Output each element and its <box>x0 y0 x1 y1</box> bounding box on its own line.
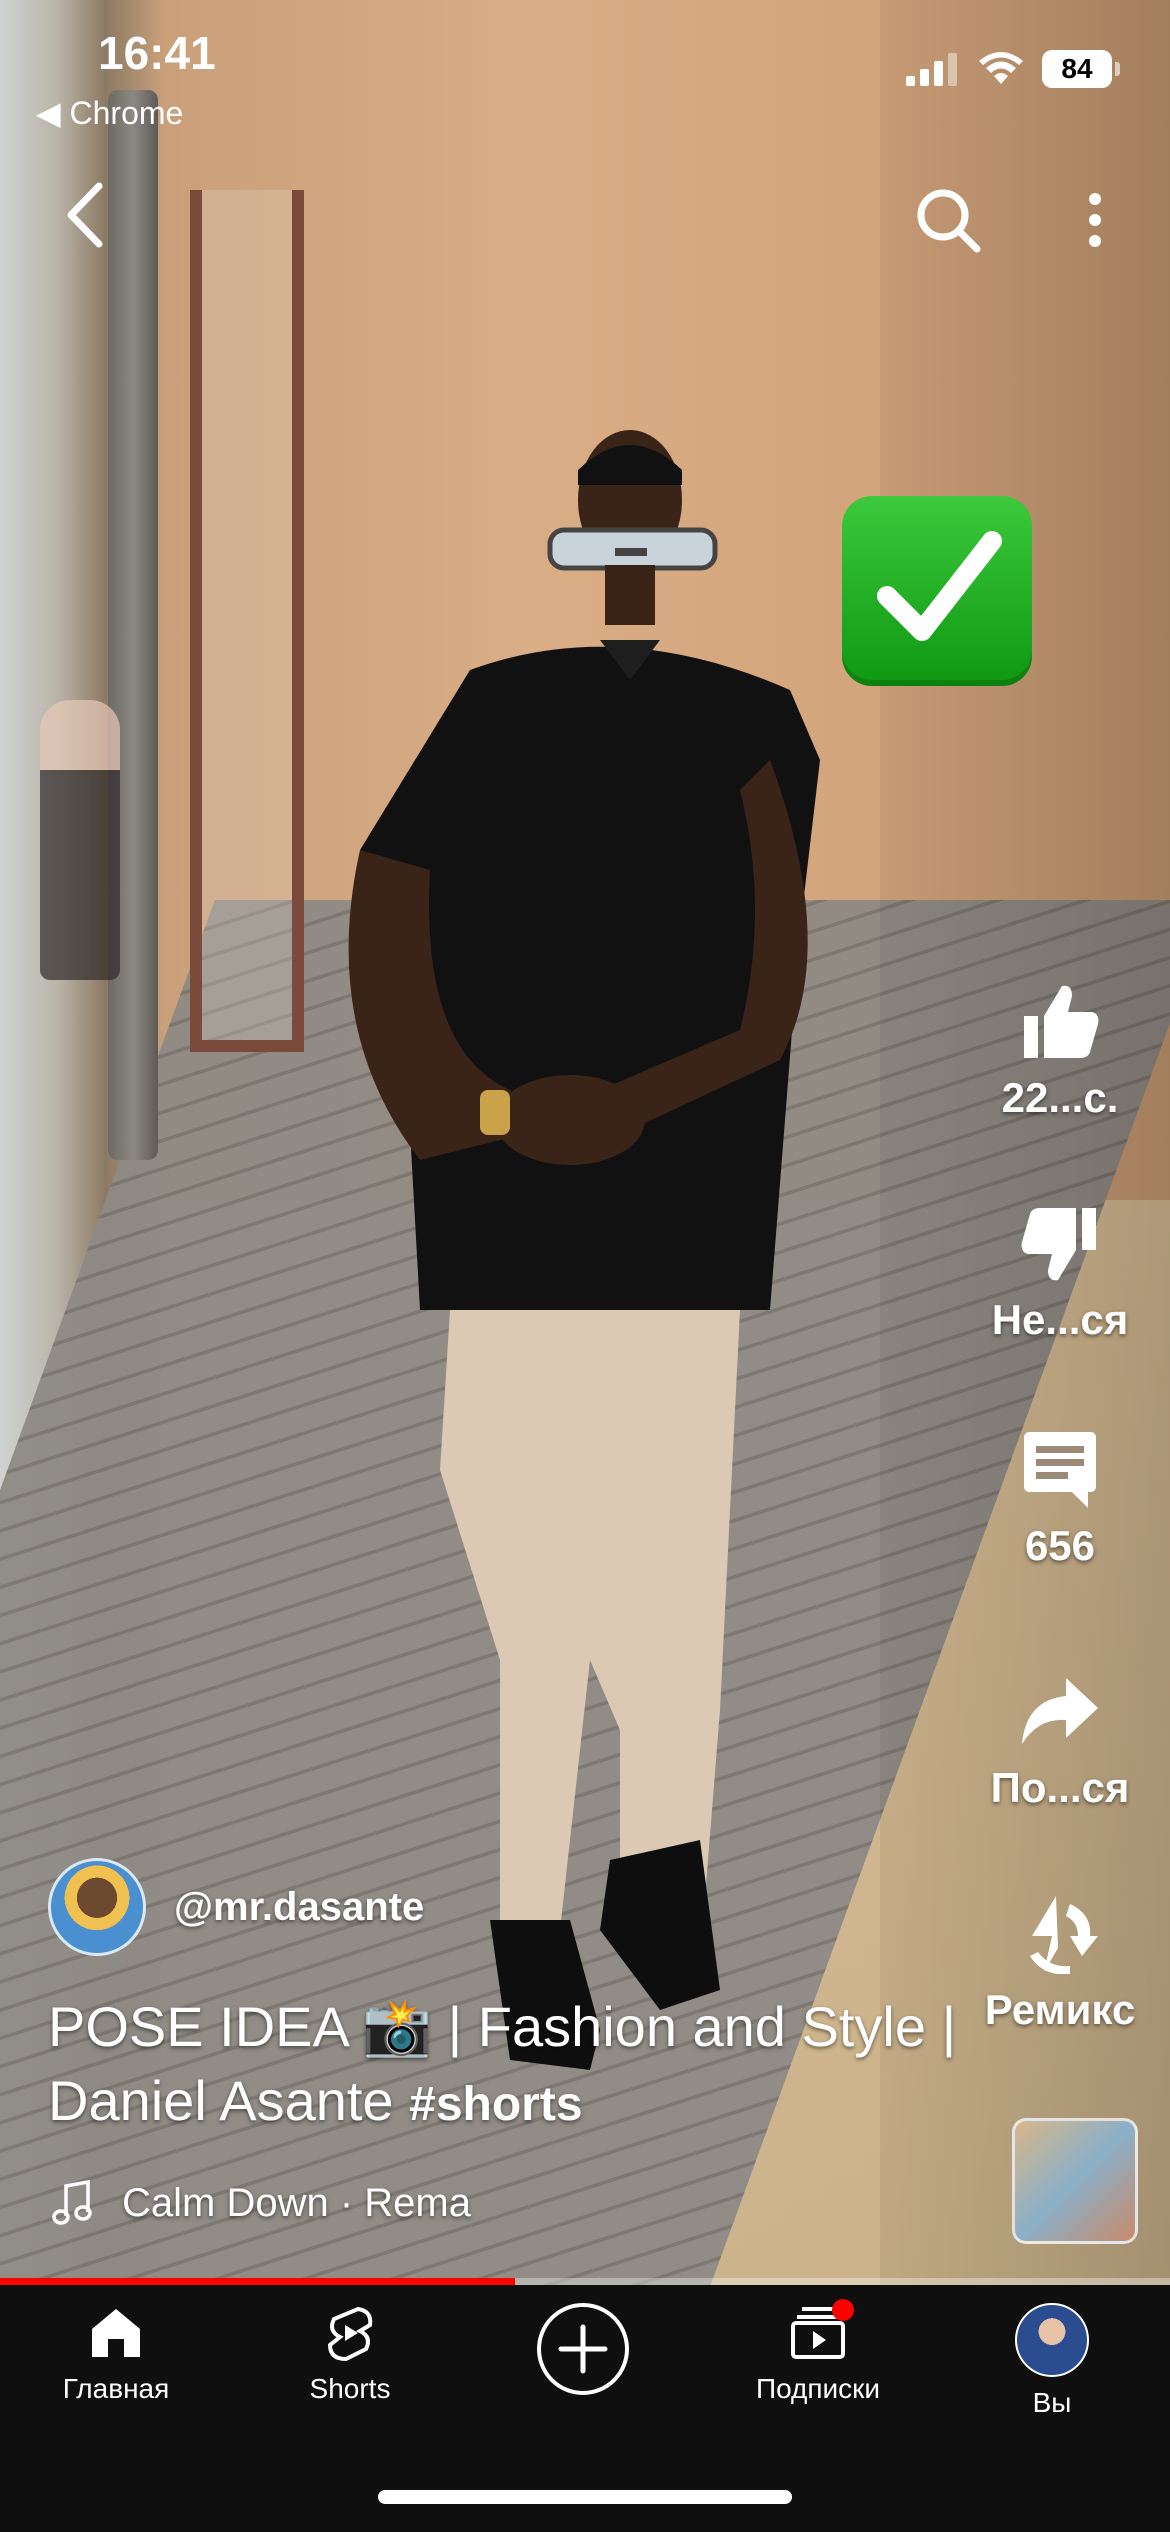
search-button[interactable] <box>908 180 988 260</box>
search-icon <box>917 189 981 253</box>
signal-icon <box>906 53 957 86</box>
dislike-button[interactable]: Не...ся <box>950 1202 1170 1344</box>
hashtag-link[interactable]: #shorts <box>409 2078 582 2131</box>
share-icon <box>1022 1678 1098 1744</box>
dislike-label: Не...ся <box>991 1296 1129 1343</box>
more-options-button[interactable] <box>1070 180 1120 260</box>
music-note-icon <box>52 2180 92 2225</box>
status-icons: 84 <box>906 50 1120 88</box>
background-pedestrian <box>40 700 120 980</box>
drain-pipe <box>108 90 158 1160</box>
window-frame <box>190 190 304 1052</box>
nav-home[interactable]: Главная <box>16 2303 216 2405</box>
like-count: 22...с. <box>1001 1074 1119 1121</box>
remix-icon <box>1030 1896 1098 1974</box>
thumbs-down-icon <box>1021 1208 1096 1281</box>
check-icon <box>877 531 1002 641</box>
thumbs-up-icon <box>1024 985 1099 1058</box>
video-title[interactable]: POSE IDEA 📸 | Fashion and Style | Daniel… <box>48 1990 1008 2142</box>
nav-shorts-label: Shorts <box>309 2373 391 2404</box>
home-indicator[interactable] <box>378 2490 792 2504</box>
status-time: 16:41 <box>98 27 216 79</box>
shorts-icon <box>327 2306 373 2362</box>
back-to-app-link[interactable]: ◀ Chrome <box>36 94 183 132</box>
video-subject <box>348 430 820 2070</box>
progress-bar[interactable] <box>0 2278 1170 2285</box>
sound-thumbnail[interactable] <box>1012 2118 1138 2244</box>
channel-info[interactable]: @mr.dasante <box>48 1858 424 1956</box>
channel-avatar[interactable] <box>48 1858 146 1956</box>
plus-icon <box>558 2324 608 2374</box>
share-button[interactable]: По...ся <box>950 1670 1170 1812</box>
home-icon <box>92 2309 140 2357</box>
nav-subscriptions-label: Подписки <box>755 2373 881 2404</box>
chevron-left-icon <box>67 182 103 248</box>
battery-indicator: 84 <box>1042 50 1120 88</box>
create-button[interactable] <box>537 2303 629 2395</box>
notification-dot <box>832 2299 854 2321</box>
comment-count: 656 <box>1024 1522 1096 1569</box>
comments-button[interactable]: 656 <box>950 1428 1170 1570</box>
nav-you[interactable]: Вы <box>952 2303 1152 2419</box>
nav-home-label: Главная <box>62 2373 170 2404</box>
shorts-screen: 16:41 ◀ Chrome 84 22...с. Не...ся 656 По… <box>0 0 1170 2532</box>
share-label: По...ся <box>990 1764 1130 1811</box>
wifi-icon <box>979 52 1023 84</box>
nav-subscriptions[interactable]: Подписки <box>718 2299 918 2405</box>
comment-icon <box>1024 1432 1096 1508</box>
music-info[interactable]: Calm Down · Rema <box>52 2180 471 2226</box>
check-mark-emoji <box>842 496 1032 686</box>
progress-fill <box>0 2278 515 2285</box>
nav-you-label: Вы <box>1032 2387 1072 2418</box>
music-track: Calm Down · Rema <box>122 2180 471 2225</box>
back-button[interactable] <box>50 180 120 250</box>
user-avatar <box>1015 2303 1089 2377</box>
like-button[interactable]: 22...с. <box>950 980 1170 1122</box>
channel-handle[interactable]: @mr.dasante <box>174 1885 424 1930</box>
more-vertical-icon <box>1089 193 1101 247</box>
nav-shorts[interactable]: Shorts <box>250 2303 450 2405</box>
